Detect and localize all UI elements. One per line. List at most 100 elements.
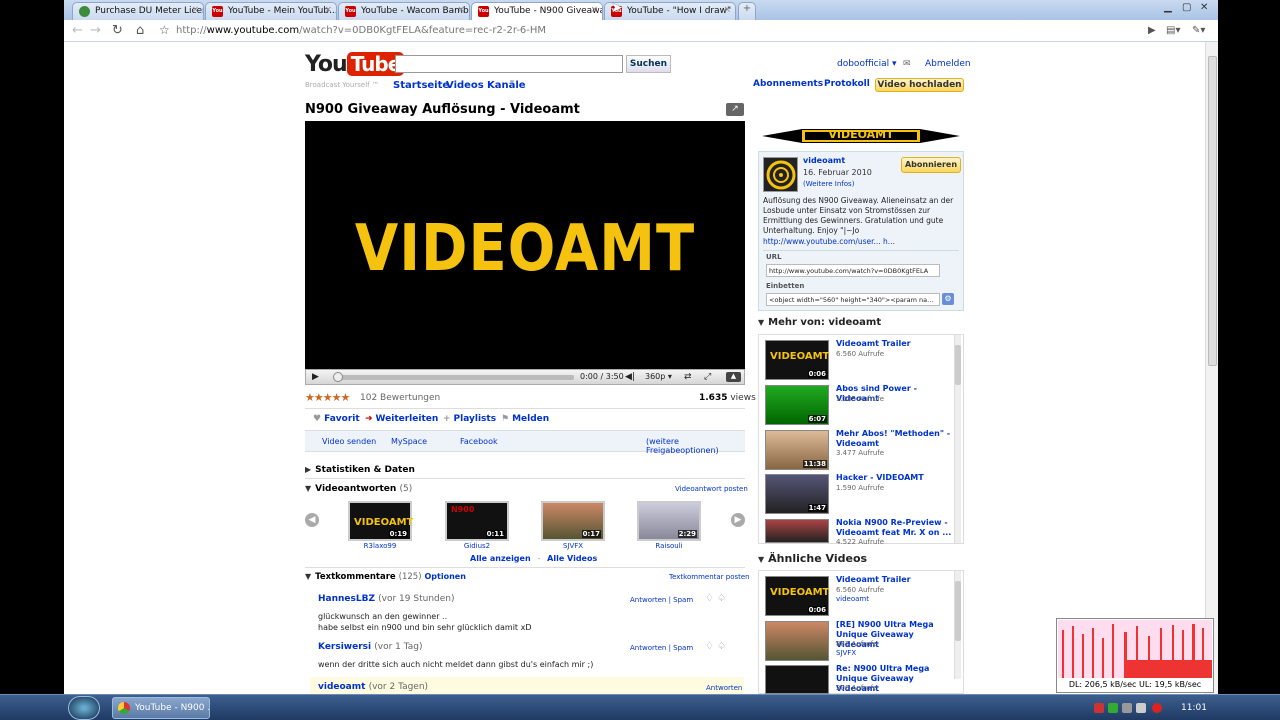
logout-link[interactable]: Abmelden [925,59,971,69]
video-author-link[interactable]: SJVFX [836,649,856,658]
progress-bar[interactable] [333,372,574,382]
upload-video-button[interactable]: Video hochladen [875,78,964,92]
video-thumbnail[interactable]: VIDEOAMT 0:06 [765,576,829,616]
comments-toggle[interactable]: ▼ Textkommentare (125) Optionen [305,572,466,582]
page-menu-icon[interactable]: ▤▾ [1166,25,1180,36]
video-title-link[interactable]: Hacker - VIDEOAMT [836,473,954,483]
reply-link[interactable]: Antworten [630,644,666,652]
video-responses-toggle[interactable]: ▼ Videoantworten (5) [305,484,412,494]
post-video-response-link[interactable]: Videoantwort posten [675,485,748,493]
tab-purchase-du-meter[interactable]: Purchase DU Meter License × [72,2,204,20]
rating-stars-icon[interactable]: ★★★★★ [305,391,350,404]
video-response-author[interactable]: SJVFX [541,542,605,550]
thumbs-up-icon[interactable]: ♤ [717,641,726,652]
description-link[interactable]: http://www.youtube.com/user... h... [763,237,895,246]
video-response-author[interactable]: R3laxo99 [348,542,412,550]
related-scrollbar[interactable] [954,571,961,679]
embed-code-field[interactable]: <object width="560" height="340"><param … [766,293,940,306]
play-page-icon[interactable]: ▶ [1148,25,1156,36]
comment-author[interactable]: Kersiwersi (vor 1 Tag) [318,642,423,652]
nav-home[interactable]: Startseite [393,80,449,91]
inbox-icon[interactable]: ✉ [903,59,911,69]
subscriptions-link[interactable]: Abonnements [753,79,823,89]
close-tab-icon[interactable]: × [590,5,598,15]
search-button[interactable]: Suchen [626,55,671,73]
embed-settings-gear-icon[interactable]: ⚙ [942,293,954,305]
video-title-link[interactable]: Nokia N900 Re-Preview - Videoamt feat Mr… [836,518,954,538]
subscribe-button[interactable]: Abonnieren [901,157,961,173]
tab-youtube-how-i-draw[interactable]: You YouTube - "How I draw" ... × [604,2,736,20]
thumbs-up-icon[interactable]: ♤ [717,593,726,604]
video-author-link[interactable]: videoamt [836,595,869,604]
security-tray-icon[interactable] [1152,703,1162,713]
taskbar-chrome-window[interactable]: YouTube - N900 ... [112,697,210,719]
volume-icon[interactable]: ◀| [625,372,635,382]
popup-player-icon[interactable]: ▲ [726,372,741,382]
spam-link[interactable]: Spam [673,596,693,604]
comment-username[interactable]: Kersiwersi [318,642,371,652]
video-response-author[interactable]: Gidius2 [445,542,509,550]
reply-link[interactable]: Antworten [706,684,742,692]
video-url-field[interactable]: http://www.youtube.com/watch?v=0DB0KgtFE… [766,264,940,277]
nav-videos[interactable]: Videos [446,80,484,91]
tray-icon[interactable] [1108,703,1118,713]
resize-icon[interactable]: ⇄ [684,372,692,382]
youtube-logo[interactable]: You Tube [305,52,405,77]
more-share-options-link[interactable]: (weitere Freigabeoptionen) [646,437,745,455]
video-response-author[interactable]: Raisouli [637,542,701,550]
playlists-button[interactable]: + Playlists [443,414,496,424]
home-icon[interactable]: ⌂ [136,23,144,38]
video-title-link[interactable]: Videoamt Trailer [836,575,954,585]
bookmark-star-icon[interactable]: ☆ [159,23,170,37]
comment-username[interactable]: videoamt [318,682,365,692]
scroll-right-icon[interactable]: ▶ [731,513,745,527]
video-response-thumb[interactable]: 0:17 [541,501,605,541]
tray-icon[interactable] [1094,703,1104,713]
close-tab-icon[interactable]: × [457,5,465,15]
video-thumbnail[interactable]: 1:47 [765,474,829,514]
popout-icon[interactable]: ↗ [726,103,744,116]
reply-link[interactable]: Antworten [630,596,666,604]
video-thumbnail[interactable] [765,621,829,661]
video-title-link[interactable]: Mehr Abos! "Methoden" - Videoamt [836,429,954,449]
start-button[interactable] [68,696,100,720]
forward-arrow-icon[interactable]: → [90,23,101,38]
video-thumbnail[interactable]: 11:38 [765,430,829,470]
page-scrollbar[interactable] [1205,42,1218,694]
flag-button[interactable]: ⚑ Melden [501,414,549,424]
play-icon[interactable]: ▶ [312,372,319,382]
scrollbar-thumb[interactable] [1208,56,1217,366]
more-from-scrollbar[interactable] [954,335,961,543]
comment-username[interactable]: HannesLBZ [318,594,375,604]
progress-knob[interactable] [333,372,343,382]
video-thumbnail[interactable]: 6:07 [765,385,829,425]
tab-youtube-n900[interactable]: You YouTube - N900 Giveawa... × [471,2,603,21]
post-comment-link[interactable]: Textkommentar posten [669,573,750,581]
facebook-link[interactable]: Facebook [460,437,498,446]
close-tab-icon[interactable]: × [324,5,332,15]
video-thumbnail[interactable] [765,519,829,543]
share-forward-button[interactable]: ➜ Weiterleiten [365,414,438,424]
favorite-button[interactable]: ♥ Favorit [313,414,360,424]
thumbs-down-icon[interactable]: ♢ [705,641,714,652]
tab-youtube-wacom[interactable]: You YouTube - Wacom Bamb... × [338,2,470,20]
wrench-menu-icon[interactable]: ✎▾ [1192,25,1205,36]
close-tab-icon[interactable]: × [723,5,731,15]
close-tab-icon[interactable]: × [191,5,199,15]
video-thumbnail[interactable]: VIDEOAMT 0:06 [765,340,829,380]
volume-tray-icon[interactable] [1136,703,1146,713]
tab-youtube-mein[interactable]: You YouTube - Mein YouTub... × [205,2,337,20]
close-window-icon[interactable]: ✕ [1200,2,1208,13]
history-link[interactable]: Protokoll [824,79,870,89]
maximize-icon[interactable]: ▢ [1182,2,1191,13]
search-input[interactable] [395,55,623,73]
video-thumbnail[interactable] [765,665,829,694]
fullscreen-icon[interactable]: ⤢ [704,372,711,382]
comment-author[interactable]: HannesLBZ (vor 19 Stunden) [318,594,455,604]
video-response-thumb[interactable]: N900 0:11 [445,501,509,541]
video-response-thumb[interactable]: 2:29 [637,501,701,541]
channel-name-link[interactable]: videoamt [803,156,845,165]
scroll-left-icon[interactable]: ◀ [305,513,319,527]
back-arrow-icon[interactable]: ← [72,23,83,38]
new-tab-button[interactable]: + [738,2,756,20]
